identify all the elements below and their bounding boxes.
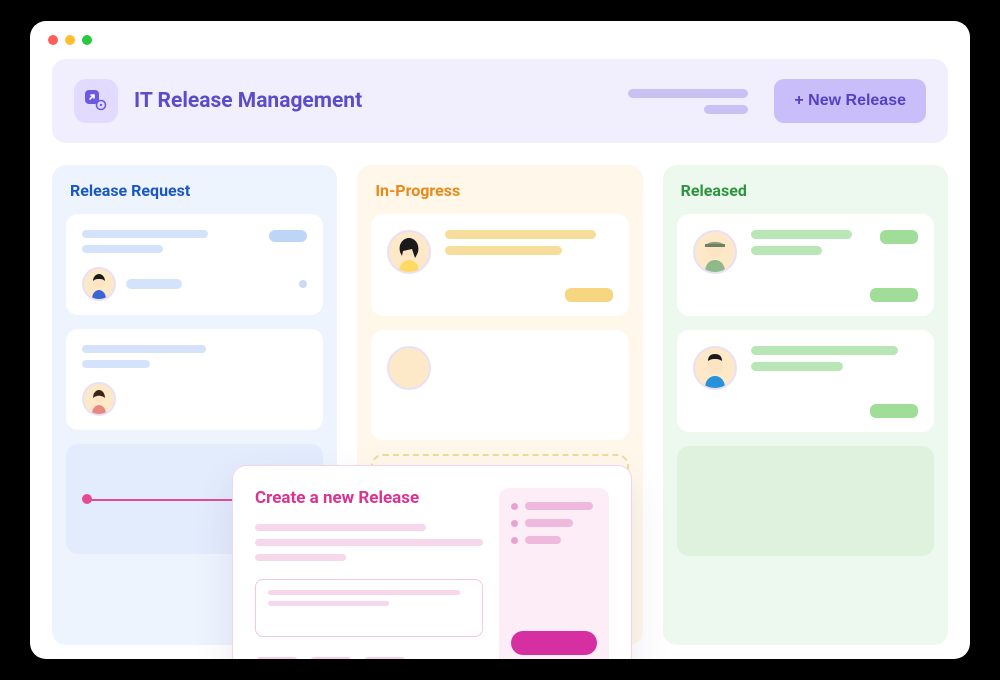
- column-title-progress: In-Progress: [375, 181, 628, 200]
- avatar-icon: [387, 346, 431, 390]
- modal-footer-actions: [255, 657, 483, 659]
- avatar-icon: [82, 267, 116, 301]
- bullet-icon: [511, 503, 518, 510]
- modal-submit-button[interactable]: [511, 631, 597, 655]
- status-dot-icon: [299, 280, 307, 288]
- create-release-modal: Create a new Release: [232, 465, 632, 659]
- bullet-icon: [511, 537, 518, 544]
- bullet-icon: [511, 520, 518, 527]
- release-app-icon: [74, 79, 118, 123]
- modal-action-button[interactable]: [255, 657, 299, 659]
- released-card[interactable]: [677, 214, 934, 316]
- avatar-icon: [387, 230, 431, 274]
- request-card[interactable]: [66, 329, 323, 430]
- header-meta-placeholder: [628, 89, 748, 114]
- progress-card[interactable]: [371, 330, 628, 440]
- avatar-icon: [693, 346, 737, 390]
- page-header: IT Release Management + New Release: [52, 59, 948, 143]
- page-title: IT Release Management: [134, 89, 362, 113]
- request-card[interactable]: [66, 214, 323, 315]
- modal-action-button[interactable]: [309, 657, 353, 659]
- progress-card[interactable]: [371, 214, 628, 316]
- modal-action-button[interactable]: [363, 657, 407, 659]
- modal-side-panel: [499, 488, 609, 659]
- close-window-icon[interactable]: [48, 35, 58, 45]
- new-release-button[interactable]: + New Release: [774, 79, 926, 123]
- column-title-released: Released: [681, 181, 934, 200]
- column-released: Released: [663, 165, 948, 645]
- minimize-window-icon[interactable]: [65, 35, 75, 45]
- release-board: Release Request: [52, 165, 948, 645]
- modal-title: Create a new Release: [255, 488, 483, 508]
- avatar-icon: [693, 230, 737, 274]
- app-window: IT Release Management + New Release Rele…: [30, 21, 970, 659]
- modal-field-placeholder: [255, 524, 483, 561]
- release-description-input[interactable]: [255, 579, 483, 637]
- window-titlebar: [30, 21, 970, 59]
- released-placeholder: [677, 446, 934, 556]
- maximize-window-icon[interactable]: [82, 35, 92, 45]
- released-card[interactable]: [677, 330, 934, 432]
- column-title-request: Release Request: [70, 181, 323, 200]
- avatar-icon: [82, 382, 116, 416]
